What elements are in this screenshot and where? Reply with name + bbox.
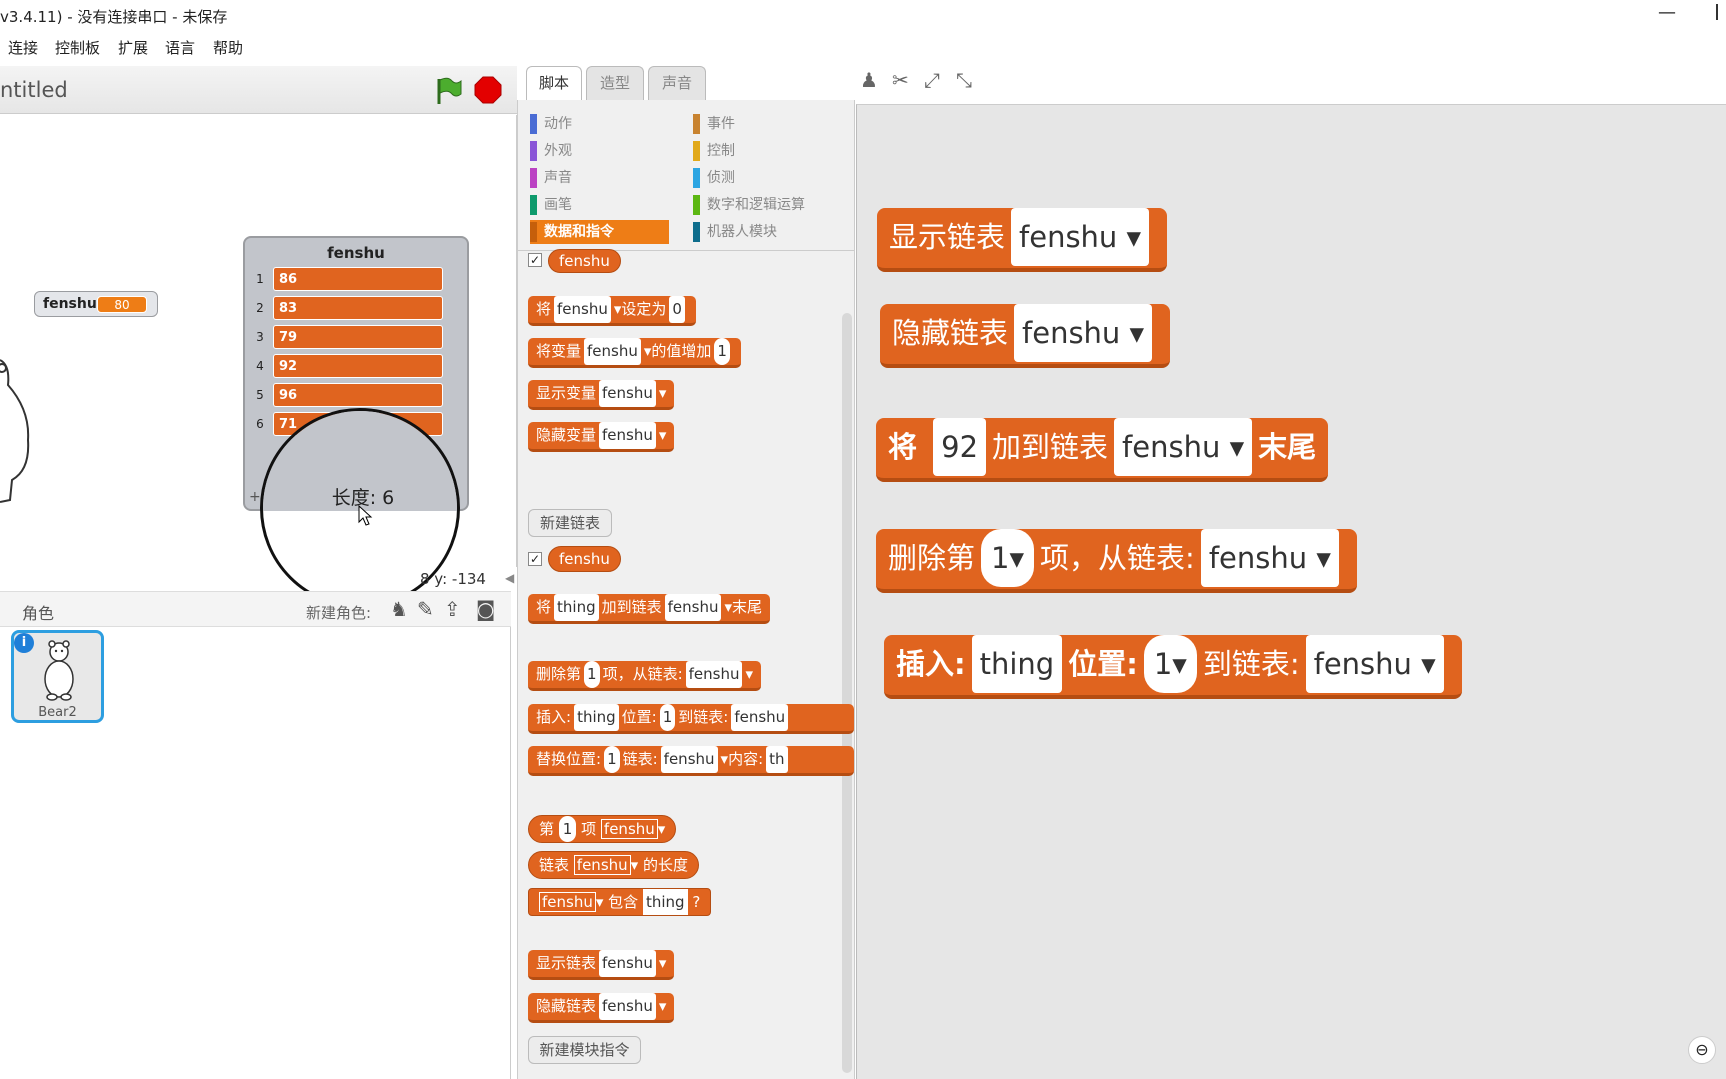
script-delete-from-list-block[interactable]: 删除第 1▾ 项，从链表: fenshu ▾ <box>876 529 1357 593</box>
script-add-to-list-block[interactable]: 将 92 加到链表 fenshu ▾ 末尾 <box>876 418 1329 482</box>
category-sensing[interactable]: 侦测 <box>693 166 843 190</box>
editor-tabs: 脚本 造型 声音 <box>520 66 740 100</box>
list-item[interactable]: 5 96 <box>253 383 443 408</box>
paint-brush-icon[interactable]: ✎ <box>417 597 441 621</box>
insert-into-list-block[interactable]: 插入: thing 位置: 1 到链表: fenshu <box>528 704 854 734</box>
mouse-coords: 8 y: -134 <box>420 570 486 588</box>
list-add-button[interactable]: + <box>249 489 261 505</box>
tab-sounds[interactable]: 声音 <box>648 66 706 100</box>
change-variable-block[interactable]: 将变量 fenshu ▾的值增加 1 <box>528 338 741 368</box>
camera-icon[interactable]: ◙ <box>476 597 500 621</box>
grow-icon[interactable]: ⤢ <box>924 68 940 92</box>
category-data[interactable]: 数据和指令 <box>530 220 669 244</box>
zoom-out-icon[interactable]: ⊖ <box>1688 1036 1716 1064</box>
hide-variable-block[interactable]: 隐藏变量 fenshu ▾ <box>528 422 675 452</box>
category-looks[interactable]: 外观 <box>530 139 660 163</box>
replace-list-item-block[interactable]: 替换位置: 1 链表: fenshu ▾内容: th <box>528 746 854 776</box>
set-variable-block[interactable]: 将 fenshu ▾设定为 0 <box>528 296 696 326</box>
upload-icon[interactable]: ⇪ <box>444 597 468 621</box>
sprite-library-icon[interactable]: ♞ <box>390 597 414 621</box>
variable-name: fenshu <box>43 296 97 312</box>
mouse-cursor-icon <box>358 505 373 526</box>
variable-reporter[interactable]: fenshu <box>548 249 621 273</box>
menu-extensions[interactable]: 扩展 <box>118 37 148 58</box>
variable-value: 80 <box>97 296 147 313</box>
category-robots[interactable]: 机器人模块 <box>693 220 843 244</box>
new-sprite-label: 新建角色: <box>306 604 372 622</box>
tab-costumes[interactable]: 造型 <box>586 66 644 100</box>
category-sound[interactable]: 声音 <box>530 166 660 190</box>
list-title: fenshu <box>327 244 385 262</box>
list-item[interactable]: 2 83 <box>253 296 443 321</box>
list-item[interactable]: 1 86 <box>253 267 443 292</box>
block-palette: 动作 外观 声音 画笔 数据和指令 事件 控制 侦测 数字和逻辑运算 机器人模块 <box>517 100 855 1079</box>
category-events[interactable]: 事件 <box>693 112 843 136</box>
sprites-label: 角色 <box>22 604 55 623</box>
cursor-tools: ♟ ✂ ⤢ ⤡ <box>860 68 980 92</box>
new-block-button[interactable]: 新建模块指令 <box>528 1036 641 1064</box>
show-list-block[interactable]: 显示链表 fenshu ▾ <box>528 950 675 980</box>
bear-sprite-partial[interactable] <box>0 340 36 505</box>
delete-icon[interactable]: ✂ <box>892 68 909 92</box>
tab-scripts[interactable]: 脚本 <box>526 66 582 100</box>
script-hide-list-block[interactable]: 隐藏链表 fenshu ▾ <box>880 304 1171 368</box>
sprite-pane-header: 角色 新建角色: ♞ ✎ ⇪ ◙ <box>0 591 511 627</box>
green-flag-icon[interactable] <box>434 76 462 106</box>
script-insert-into-list-block[interactable]: 插入: thing 位置: 1▾ 到链表: fenshu ▾ <box>884 635 1462 699</box>
length-of-list-reporter[interactable]: 链表 fenshu ▾ 的长度 <box>528 851 699 879</box>
window-title: v3.4.11) - 没有连接串口 - 未保存 <box>0 8 228 26</box>
stop-icon[interactable] <box>474 76 502 104</box>
stage-header: ntitled <box>0 66 517 114</box>
palette-scrollbar[interactable] <box>842 313 852 1073</box>
category-control[interactable]: 控制 <box>693 139 843 163</box>
bear-icon <box>44 640 74 701</box>
project-title[interactable]: ntitled <box>0 78 68 102</box>
list-reporter[interactable]: fenshu <box>548 546 621 572</box>
variable-checkbox[interactable]: ✓ <box>528 253 542 267</box>
list-item[interactable]: 4 92 <box>253 354 443 379</box>
stage-splitter-arrow[interactable]: ◀ <box>505 571 514 585</box>
new-list-button[interactable]: 新建链表 <box>528 509 612 537</box>
list-contains-boolean[interactable]: fenshu ▾ 包含 thing ? <box>528 888 712 916</box>
menu-bar: 连接 控制板 扩展 语言 帮助 <box>0 34 1726 60</box>
add-to-list-block[interactable]: 将 thing 加到链表 fenshu ▾末尾 <box>528 594 771 624</box>
item-of-list-reporter[interactable]: 第 1 项 fenshu ▾ <box>528 815 677 843</box>
hide-list-block[interactable]: 隐藏链表 fenshu ▾ <box>528 993 675 1023</box>
minimize-button[interactable]: — <box>1658 2 1676 23</box>
maximize-button[interactable] <box>1716 4 1726 20</box>
title-bar: v3.4.11) - 没有连接串口 - 未保存 — <box>0 0 1726 30</box>
category-operators[interactable]: 数字和逻辑运算 <box>693 193 843 217</box>
menu-connect[interactable]: 连接 <box>8 37 38 58</box>
menu-help[interactable]: 帮助 <box>213 37 243 58</box>
delete-from-list-block[interactable]: 删除第 1 项，从链表: fenshu ▾ <box>528 661 762 691</box>
show-variable-block[interactable]: 显示变量 fenshu ▾ <box>528 380 675 410</box>
script-show-list-block[interactable]: 显示链表 fenshu ▾ <box>877 208 1168 272</box>
shrink-icon[interactable]: ⤡ <box>956 68 972 92</box>
list-item[interactable]: 3 79 <box>253 325 443 350</box>
sprite-thumbnail[interactable]: i Bear2 <box>11 630 104 723</box>
list-checkbox[interactable]: ✓ <box>528 552 542 566</box>
category-pen[interactable]: 画笔 <box>530 193 660 217</box>
sprite-name: Bear2 <box>38 705 77 720</box>
menu-language[interactable]: 语言 <box>165 37 195 58</box>
menu-board[interactable]: 控制板 <box>55 37 100 58</box>
info-icon[interactable]: i <box>14 633 34 653</box>
variable-monitor[interactable]: fenshu 80 <box>34 291 158 317</box>
duplicate-icon[interactable]: ♟ <box>860 68 878 92</box>
category-motion[interactable]: 动作 <box>530 112 660 136</box>
